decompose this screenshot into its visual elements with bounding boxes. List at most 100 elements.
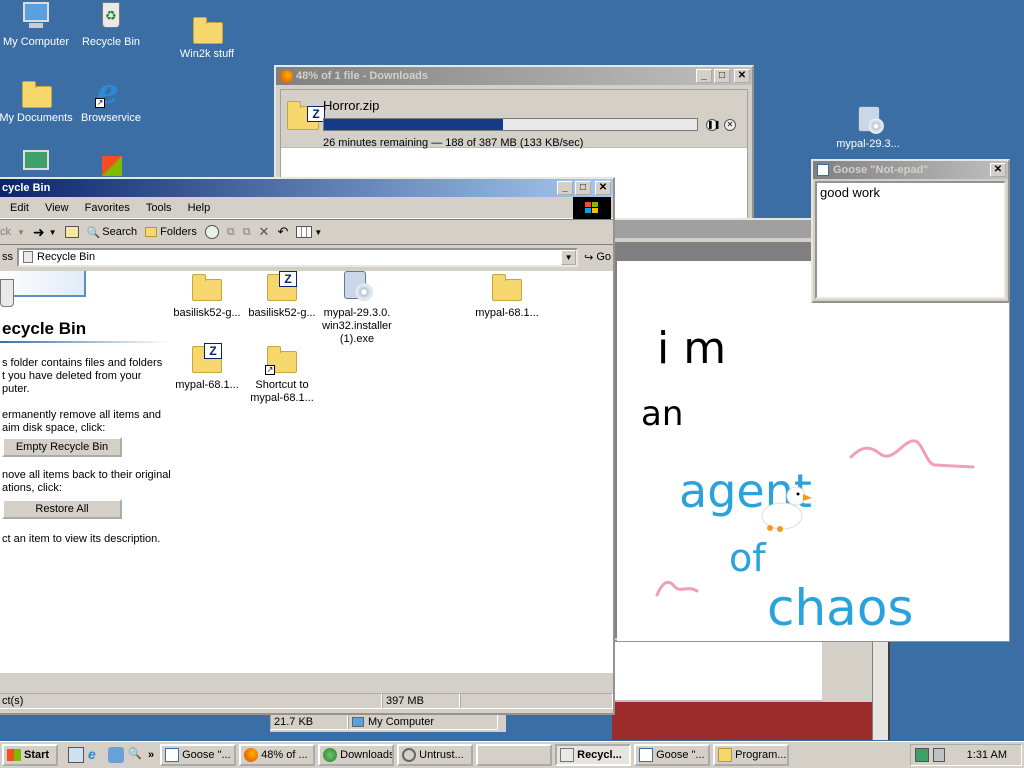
taskbar-task-goose[interactable]: Goose "...: [634, 744, 711, 766]
up-folder-icon: [64, 226, 79, 238]
recycle-bin-icon: [23, 251, 33, 263]
file-item[interactable]: mypal-68.1...: [469, 271, 545, 320]
back-button[interactable]: ck ▼: [0, 226, 25, 238]
file-name: mypal-68.1...: [175, 379, 239, 391]
desktop-icon-label: Win2k stuff: [179, 48, 235, 60]
show-desktop-icon[interactable]: [68, 747, 84, 763]
download-progress-bar: [323, 118, 698, 131]
history-button[interactable]: [204, 225, 219, 239]
views-button[interactable]: ▼: [296, 226, 322, 238]
menu-favorites[interactable]: Favorites: [85, 202, 130, 214]
outlook-icon[interactable]: [108, 747, 124, 763]
documents-folder-icon: [20, 78, 52, 108]
taskbar: Start e 🔍 » Goose "... 48% of ... Downlo…: [0, 741, 1024, 768]
search-button[interactable]: 🔍 Search: [87, 226, 138, 239]
desktop-icon-my-documents[interactable]: My Documents: [0, 78, 76, 124]
maximize-button[interactable]: □: [714, 69, 730, 83]
zip-folder-icon: Z: [265, 271, 299, 303]
taskbar-task-recycle-bin[interactable]: Recycl...: [555, 744, 632, 766]
computer-icon: [352, 717, 364, 727]
cancel-download-button[interactable]: ✕: [724, 119, 736, 131]
webview-restore-text: nove all items back to their original at…: [2, 469, 171, 494]
volume-tray-icon[interactable]: [933, 748, 945, 762]
file-name: Shortcut to mypal-68.1...: [250, 379, 314, 404]
goose-icon: [761, 486, 812, 532]
folders-icon: [145, 227, 158, 237]
minimize-button[interactable]: _: [557, 181, 573, 195]
taskbar-task-goose-notepad[interactable]: Goose "...: [160, 744, 237, 766]
clock[interactable]: 1:31 AM: [967, 749, 1007, 761]
standard-toolbar: ck ▼ ➜ ▼ 🔍 Search Folders ⧉ ⧉ ✕ ↶ ▼: [0, 219, 613, 245]
history-icon: [204, 225, 219, 239]
move-to-button[interactable]: ⧉: [227, 226, 235, 239]
file-item[interactable]: Z mypal-68.1...: [169, 343, 245, 392]
desktop-icon-win2k-stuff[interactable]: Win2k stuff: [167, 14, 247, 60]
desktop-icon-label: My Computer: [2, 36, 70, 48]
close-button[interactable]: ✕: [595, 181, 611, 195]
webview-title: ecycle Bin: [2, 319, 87, 338]
recycle-bin-titlebar[interactable]: cycle Bin _ □ ✕: [0, 179, 613, 197]
status-location: My Computer: [348, 714, 498, 730]
internet-explorer-icon[interactable]: e: [88, 747, 104, 763]
globe-icon: [323, 748, 338, 762]
desktop-goose[interactable]: [758, 486, 814, 534]
desktop-icon-mypal[interactable]: mypal-29.3...: [828, 104, 908, 150]
file-item[interactable]: ↗ Shortcut to mypal-68.1...: [244, 343, 320, 405]
file-item[interactable]: mypal-29.3.0. win32.installer (1).exe: [319, 271, 395, 346]
desktop-icon-label: Browservice: [81, 112, 141, 124]
copy-to-button[interactable]: ⧉: [243, 226, 251, 239]
folder-icon: [191, 14, 223, 44]
notepad-icon: [817, 164, 829, 176]
recycle-bin-content: ecycle Bin s folder contains files and f…: [0, 271, 613, 673]
empty-recycle-bin-button[interactable]: Empty Recycle Bin: [2, 437, 122, 457]
taskbar-task-untrusted[interactable]: Untrust...: [397, 744, 474, 766]
minimize-button[interactable]: _: [696, 69, 712, 83]
close-button[interactable]: ✕: [990, 163, 1006, 177]
notepad-window[interactable]: Goose "Not-epad" ✕ good work: [811, 159, 1010, 303]
taskbar-task-downloads[interactable]: Downloads: [318, 744, 395, 766]
menu-help[interactable]: Help: [188, 202, 211, 214]
desktop-icon-my-computer[interactable]: My Computer: [0, 2, 76, 48]
notepad-titlebar[interactable]: Goose "Not-epad" ✕: [813, 161, 1008, 179]
start-button[interactable]: Start: [2, 744, 58, 766]
taskbar-task-downloads-progress[interactable]: 48% of ...: [239, 744, 316, 766]
download-item[interactable]: Z Horror.zip 26 minutes remaining — 188 …: [281, 90, 747, 149]
recycle-bin-window[interactable]: cycle Bin _ □ ✕ Edit View Favorites Tool…: [0, 177, 615, 715]
address-input[interactable]: Recycle Bin ▼: [17, 247, 579, 267]
menu-bar: Edit View Favorites Tools Help: [0, 197, 613, 219]
folders-button[interactable]: Folders: [145, 226, 197, 238]
menu-tools[interactable]: Tools: [146, 202, 172, 214]
search-icon[interactable]: 🔍: [128, 747, 144, 763]
webview-pane: ecycle Bin s folder contains files and f…: [0, 271, 171, 673]
downloads-titlebar[interactable]: 48% of 1 file - Downloads _ □ ✕: [276, 67, 752, 85]
file-item[interactable]: Z basilisk52-g...: [244, 271, 320, 320]
address-dropdown-button[interactable]: ▼: [561, 249, 577, 265]
go-button[interactable]: ↪ Go: [584, 251, 611, 264]
notepad-text-area[interactable]: good work: [815, 181, 1006, 299]
notepad-icon: [165, 748, 180, 762]
file-name: mypal-29.3.0. win32.installer (1).exe: [322, 307, 392, 345]
close-button[interactable]: ✕: [734, 69, 750, 83]
maximize-button[interactable]: □: [575, 181, 591, 195]
taskbar-task-blank[interactable]: [476, 744, 553, 766]
paint-canvas[interactable]: i m an agent of chaos: [617, 261, 1009, 641]
menu-view[interactable]: View: [45, 202, 69, 214]
delete-button[interactable]: ✕: [259, 224, 270, 240]
up-folder-button[interactable]: [64, 226, 79, 238]
undo-button[interactable]: ↶: [277, 224, 288, 240]
network-tray-icon[interactable]: [915, 748, 929, 762]
chevron-right-icon[interactable]: »: [148, 749, 154, 761]
desktop-icon-recycle-bin[interactable]: Recycle Bin: [71, 2, 151, 48]
firefox-icon: [280, 69, 293, 83]
go-arrow-icon: ↪: [584, 251, 594, 264]
pause-button[interactable]: ❚❚: [706, 119, 720, 131]
taskbar-task-program-files[interactable]: Program...: [713, 744, 790, 766]
vertical-scrollbar[interactable]: [872, 640, 888, 740]
desktop-icon-browservice[interactable]: e ↗ Browservice: [71, 72, 151, 124]
file-name: mypal-68.1...: [475, 307, 539, 319]
file-item[interactable]: basilisk52-g...: [169, 271, 245, 320]
forward-button[interactable]: ➜ ▼: [33, 224, 57, 241]
menu-edit[interactable]: Edit: [10, 202, 29, 214]
recycle-bin-icon: [95, 2, 127, 32]
restore-all-button[interactable]: Restore All: [2, 499, 122, 519]
